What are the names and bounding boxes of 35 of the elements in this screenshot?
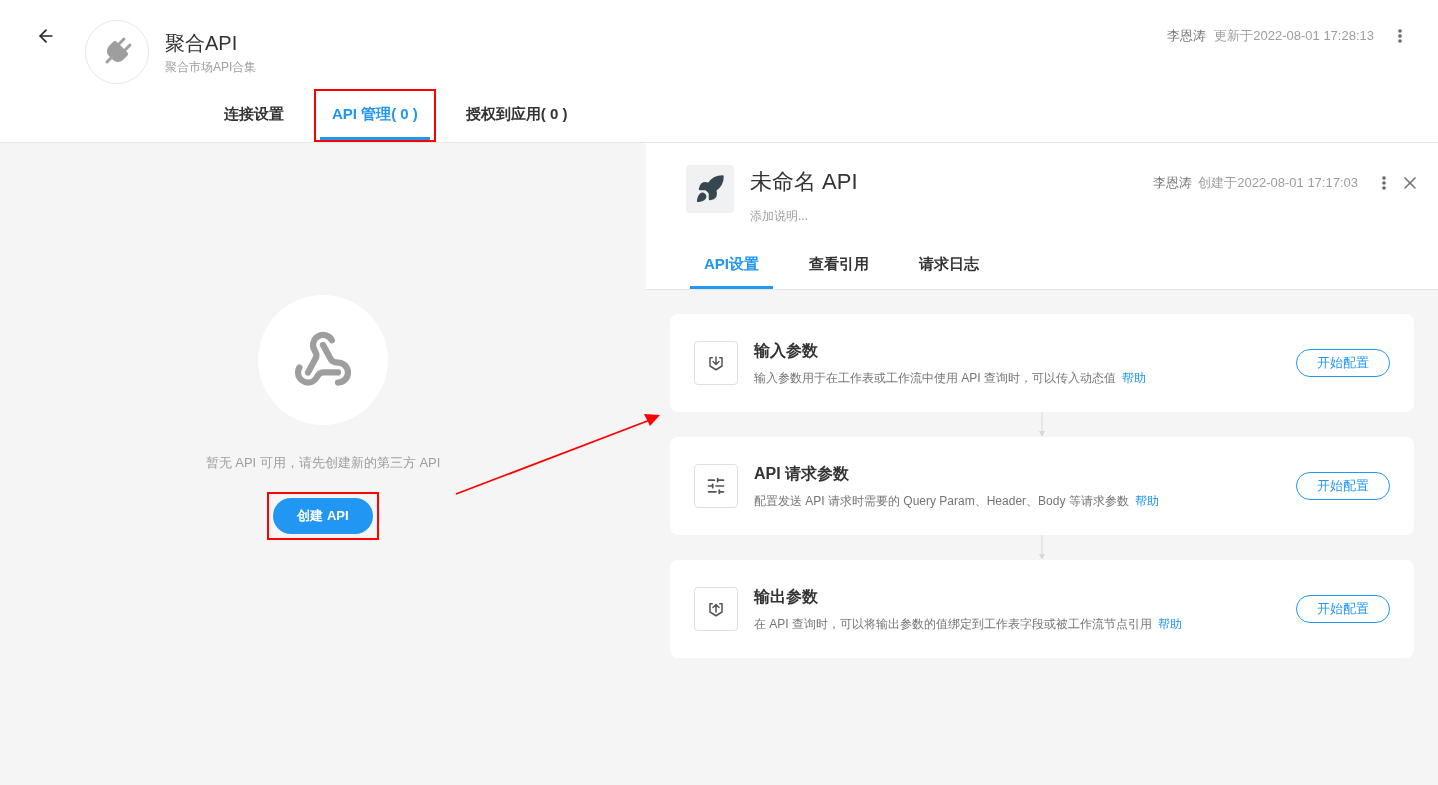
created-time: 创建于2022-08-01 17:17:03 — [1198, 174, 1358, 193]
connector-title: 聚合API — [165, 31, 239, 56]
author-name: 李恩涛 — [1167, 27, 1207, 45]
api-title: 未命名 API — [750, 168, 858, 196]
help-link[interactable]: 帮助 — [1122, 369, 1146, 387]
empty-message: 暂无 API 可用，请先创建新的第三方 API — [205, 454, 441, 472]
more-icon — [1382, 176, 1386, 190]
step-description: 配置发送 API 请求时需要的 Query Param、Header、Body 等请求参数 — [754, 493, 1129, 510]
author-name: 李恩涛 — [1153, 174, 1193, 193]
updated-time: 更新于2022-08-01 17:28:13 — [1214, 27, 1374, 45]
panel-tab[interactable]: 查看引用 — [795, 243, 883, 289]
more-button[interactable] — [1382, 176, 1386, 190]
more-button[interactable] — [1398, 28, 1402, 43]
more-icon — [1398, 28, 1402, 43]
tab[interactable]: 连接设置 — [212, 91, 296, 140]
connector-subtitle: 聚合市场API合集 — [165, 59, 257, 76]
tab[interactable]: API 管理( 0 ) — [320, 91, 430, 140]
step-description: 在 API 查询时，可以将输出参数的值绑定到工作表字段或被工作流节点引用 — [754, 616, 1152, 633]
upload-icon — [707, 600, 725, 618]
connector-arrow — [1039, 412, 1045, 437]
step-title: 输入参数 — [754, 341, 819, 361]
help-link[interactable]: 帮助 — [1134, 492, 1159, 510]
step-title: 输出参数 — [754, 587, 819, 607]
tab[interactable]: 授权到应用( 0 ) — [453, 91, 580, 140]
create-api-button[interactable]: 创建 API — [273, 497, 373, 534]
description-field[interactable]: 添加说明... — [750, 207, 858, 225]
connector-arrow — [1039, 535, 1045, 560]
panel-tab[interactable]: API设置 — [690, 243, 773, 289]
step-title: API 请求参数 — [754, 464, 851, 484]
panel-tab[interactable]: 请求日志 — [905, 243, 993, 289]
step-description: 输入参数用于在工作表或工作流中使用 API 查询时，可以传入动态值 — [754, 370, 1116, 387]
sliders-icon — [706, 476, 726, 496]
rocket-icon — [695, 174, 725, 204]
help-link[interactable]: 帮助 — [1158, 615, 1182, 633]
download-icon — [707, 354, 725, 372]
